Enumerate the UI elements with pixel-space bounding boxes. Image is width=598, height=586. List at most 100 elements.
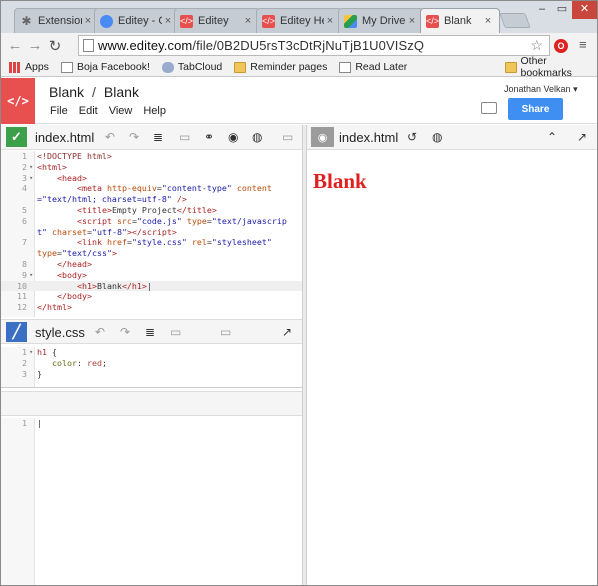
code-line: 8 </head> [22, 258, 92, 269]
comment-icon[interactable]: ▭ [170, 325, 181, 339]
bookmark-label: Reminder pages [250, 61, 328, 73]
bookmark-apps[interactable]: Apps [9, 61, 49, 73]
url-path: /file/0B2DU5rsT3cDtRjNuTjB1U0VISzQ [192, 38, 425, 53]
menu-bar: File Edit View Help [50, 105, 177, 117]
js-editor-toolbar [1, 391, 302, 416]
code-line: 1 ▾ h1 { [22, 347, 57, 357]
bookmark-reminder-pages[interactable]: Reminder pages [234, 61, 327, 73]
window-close-icon[interactable]: ✕ [572, 1, 597, 19]
popout-icon[interactable]: ↗ [282, 325, 292, 339]
bookmark-label: TabCloud [177, 61, 223, 73]
code-line: 11 </body> [17, 291, 92, 302]
link-icon[interactable]: ⚭ [204, 130, 214, 144]
address-bar[interactable]: www.editey.com/file/0B2DU5rsT3cDtRjNuTjB… [78, 35, 550, 56]
comment-icon[interactable]: ▭ [179, 130, 190, 144]
tab-label: Extension [38, 15, 82, 27]
editey-logo[interactable]: </> [1, 78, 35, 124]
url-text: www.editey.com/file/0B2DU5rsT3cDtRjNuTjB… [98, 38, 424, 53]
code-line: type="text/css"> [37, 248, 117, 259]
css-code-editor[interactable]: 1 ▾ h1 { 2 color: red; 3} [1, 347, 302, 387]
code-line: 2 ▾ <html> [22, 161, 67, 172]
editey-icon: </> [180, 14, 194, 28]
eye-icon[interactable]: ◉ [228, 130, 238, 144]
tab-blank[interactable]: </> Blank × [420, 8, 500, 33]
code-line: 2 color: red; [22, 357, 107, 368]
tab-label: Editey He [280, 15, 324, 27]
popout-icon[interactable]: ↗ [577, 130, 587, 144]
close-icon[interactable]: × [162, 15, 174, 27]
undo-icon[interactable]: ↶ [105, 130, 115, 144]
share-button[interactable]: Share [508, 98, 563, 120]
globe-icon[interactable]: ◍ [252, 130, 262, 144]
menu-help[interactable]: Help [143, 105, 166, 117]
close-icon[interactable]: × [406, 15, 418, 27]
tab-my-drive[interactable]: My Drive × [338, 8, 424, 33]
close-icon[interactable]: × [242, 15, 254, 27]
redo-icon[interactable]: ↷ [120, 325, 130, 339]
collapse-icon[interactable]: ⌃ [547, 130, 557, 144]
menu-file[interactable]: File [50, 105, 68, 117]
format-icon[interactable]: ≣ [153, 130, 163, 144]
folder-icon [505, 61, 517, 73]
bookmark-boja-facebook[interactable]: Boja Facebook! [60, 61, 150, 73]
breadcrumb: Blank / Blank [49, 84, 139, 100]
folder-icon [234, 61, 247, 73]
close-icon[interactable]: × [82, 15, 94, 27]
chat-icon[interactable]: ▭ [282, 130, 293, 144]
menu-icon[interactable]: ≡ [579, 37, 587, 52]
maximize-icon[interactable]: ▭ [552, 1, 572, 19]
breadcrumb-separator: / [92, 84, 96, 100]
format-icon[interactable]: ≣ [145, 325, 155, 339]
close-icon[interactable]: × [482, 15, 494, 27]
star-icon[interactable]: ☆ [530, 37, 543, 54]
code-line: 1 | [22, 418, 42, 428]
chat-icon[interactable] [481, 102, 497, 114]
editey-icon: </> [262, 14, 276, 28]
css-filename[interactable]: style.css [35, 325, 85, 340]
line-gutter [1, 418, 35, 585]
tab-extensions[interactable]: ✱ Extension × [14, 8, 100, 33]
html-code-editor[interactable]: 1 <!DOCTYPE html> 2 ▾ <html> 3 ▾ <head> 4 <m… [1, 151, 302, 317]
other-bookmarks[interactable]: Other bookmarks [505, 55, 597, 79]
user-menu[interactable]: Jonathan Velkan ▾ [504, 84, 578, 95]
window-controls: – ▭ ✕ [532, 1, 597, 19]
html-editor-toolbar: ✓ index.html ↶ ↷ ≣ ▭ ⚭ ◉ ◍ ▭ [1, 125, 302, 150]
project-name[interactable]: Blank [49, 84, 84, 100]
bookmark-tabcloud[interactable]: TabCloud [161, 61, 223, 73]
globe-icon[interactable]: ◍ [432, 130, 442, 144]
new-tab-button[interactable] [499, 13, 531, 28]
minimize-icon[interactable]: – [532, 1, 552, 19]
tab-label: Editey [198, 15, 229, 27]
tabcloud-icon [161, 61, 174, 73]
tab-editey-help[interactable]: </> Editey He × [256, 8, 342, 33]
tab-editey[interactable]: </> Editey × [174, 8, 260, 33]
drive-icon [344, 14, 357, 28]
pane-separator[interactable] [1, 387, 302, 388]
js-code-editor[interactable]: 1 | [1, 418, 302, 585]
chat-icon[interactable]: ▭ [220, 325, 231, 339]
html-file-icon: ✓ [6, 127, 27, 147]
code-line: 3} [22, 368, 42, 379]
forward-icon[interactable]: → [25, 37, 45, 54]
html-filename[interactable]: index.html [35, 130, 94, 145]
refresh-icon[interactable]: ↺ [407, 130, 417, 144]
undo-icon[interactable]: ↶ [95, 325, 105, 339]
bookmark-read-later[interactable]: Read Later [339, 61, 407, 73]
file-name[interactable]: Blank [104, 84, 139, 100]
bookmark-label: Other bookmarks [520, 55, 572, 79]
chevron-down-icon: ▾ [573, 84, 578, 94]
reload-icon[interactable]: ↻ [45, 37, 65, 55]
bookmark-label: Boja Facebook! [76, 61, 150, 73]
menu-view[interactable]: View [109, 105, 133, 117]
code-line-active: 10 <h1>Blank</h1>| [1, 280, 302, 292]
tab-editey-webstore[interactable]: Editey - C × [94, 8, 180, 33]
browser-window: ✱ Extension × Editey - C × </> Editey × … [0, 0, 598, 586]
close-icon[interactable]: × [324, 15, 336, 27]
menu-edit[interactable]: Edit [79, 105, 98, 117]
code-line: 7 <link href="style.css" rel="stylesheet… [22, 237, 272, 248]
back-icon[interactable]: ← [5, 37, 25, 54]
page-icon [60, 61, 73, 73]
opera-extension-icon[interactable]: O [554, 39, 568, 53]
pane-divider[interactable] [302, 125, 307, 585]
redo-icon[interactable]: ↷ [129, 130, 139, 144]
